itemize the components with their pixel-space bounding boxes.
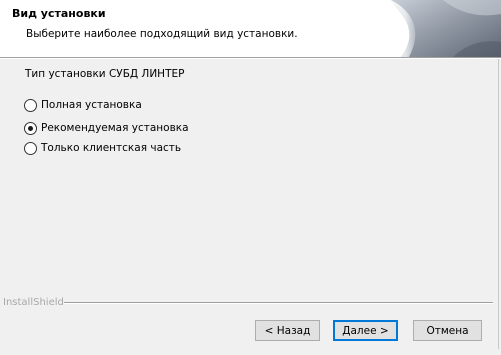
radio-label: Только клиентская часть	[41, 142, 182, 154]
radio-label: Полная установка	[41, 99, 142, 111]
radio-button-checked[interactable]	[24, 121, 37, 135]
header-banner: Вид установки Выберите наиболее подходящ…	[0, 0, 501, 57]
footer-divider-highlight	[64, 303, 493, 304]
setup-type-label: Тип установки СУБД ЛИНТЕР	[25, 68, 185, 80]
radio-full-install[interactable]: Полная установка	[24, 97, 142, 113]
page-title: Вид установки	[12, 7, 106, 20]
radio-client-only[interactable]: Только клиентская часть	[24, 140, 181, 156]
radio-button-unchecked[interactable]	[24, 141, 37, 155]
installshield-brand: InstallShield	[3, 297, 64, 308]
frame-edge	[498, 59, 499, 349]
header-divider-highlight	[0, 58, 501, 59]
cancel-button[interactable]: Отмена	[413, 320, 482, 341]
next-button[interactable]: Далее >	[333, 320, 398, 341]
back-button[interactable]: < Назад	[255, 320, 320, 341]
page-subtitle: Выберите наиболее подходящий вид установ…	[26, 28, 298, 40]
radio-label: Рекомендуемая установка	[41, 122, 189, 134]
banner-page-curl-graphic	[383, 0, 501, 57]
radio-button-unchecked[interactable]	[24, 98, 37, 112]
radio-recommended-install[interactable]: Рекомендуемая установка	[24, 120, 189, 136]
